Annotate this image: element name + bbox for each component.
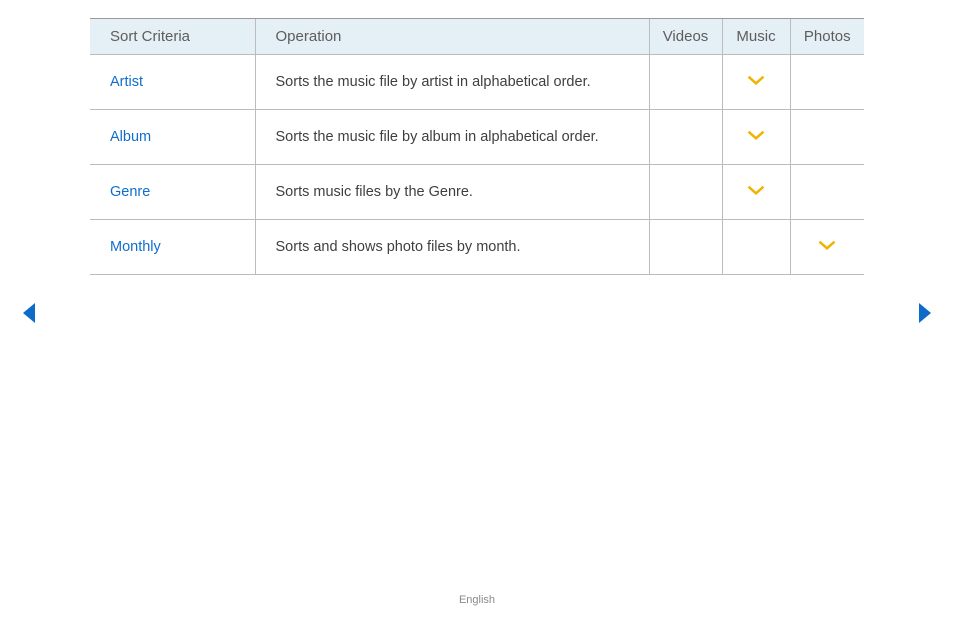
cell-criteria: Monthly xyxy=(90,220,255,275)
cell-operation: Sorts music files by the Genre. xyxy=(255,165,649,220)
cell-videos xyxy=(649,220,722,275)
table-header-row: Sort Criteria Operation Videos Music Pho… xyxy=(90,19,864,55)
cell-operation: Sorts the music file by album in alphabe… xyxy=(255,110,649,165)
cell-criteria: Album xyxy=(90,110,255,165)
cell-operation: Sorts the music file by artist in alphab… xyxy=(255,55,649,110)
header-music: Music xyxy=(722,19,790,55)
prev-page-button[interactable] xyxy=(21,302,37,324)
cell-videos xyxy=(649,110,722,165)
table-row: GenreSorts music files by the Genre. xyxy=(90,165,864,220)
checkmark-icon xyxy=(746,185,766,201)
cell-music xyxy=(722,110,790,165)
cell-photos xyxy=(790,110,864,165)
cell-photos xyxy=(790,220,864,275)
cell-photos xyxy=(790,165,864,220)
cell-music xyxy=(722,165,790,220)
table-body: ArtistSorts the music file by artist in … xyxy=(90,55,864,275)
table-row: ArtistSorts the music file by artist in … xyxy=(90,55,864,110)
cell-criteria: Genre xyxy=(90,165,255,220)
cell-photos xyxy=(790,55,864,110)
cell-videos xyxy=(649,165,722,220)
footer-language: English xyxy=(0,594,954,606)
cell-music xyxy=(722,55,790,110)
checkmark-icon xyxy=(817,240,837,256)
header-sort-criteria: Sort Criteria xyxy=(90,19,255,55)
table-row: AlbumSorts the music file by album in al… xyxy=(90,110,864,165)
header-operation: Operation xyxy=(255,19,649,55)
header-videos: Videos xyxy=(649,19,722,55)
header-photos: Photos xyxy=(790,19,864,55)
cell-operation: Sorts and shows photo files by month. xyxy=(255,220,649,275)
next-page-button[interactable] xyxy=(917,302,933,324)
checkmark-icon xyxy=(746,75,766,91)
sort-criteria-table: Sort Criteria Operation Videos Music Pho… xyxy=(90,18,864,275)
page: Sort Criteria Operation Videos Music Pho… xyxy=(0,0,954,624)
cell-videos xyxy=(649,55,722,110)
cell-music xyxy=(722,220,790,275)
table-row: MonthlySorts and shows photo files by mo… xyxy=(90,220,864,275)
checkmark-icon xyxy=(746,130,766,146)
cell-criteria: Artist xyxy=(90,55,255,110)
